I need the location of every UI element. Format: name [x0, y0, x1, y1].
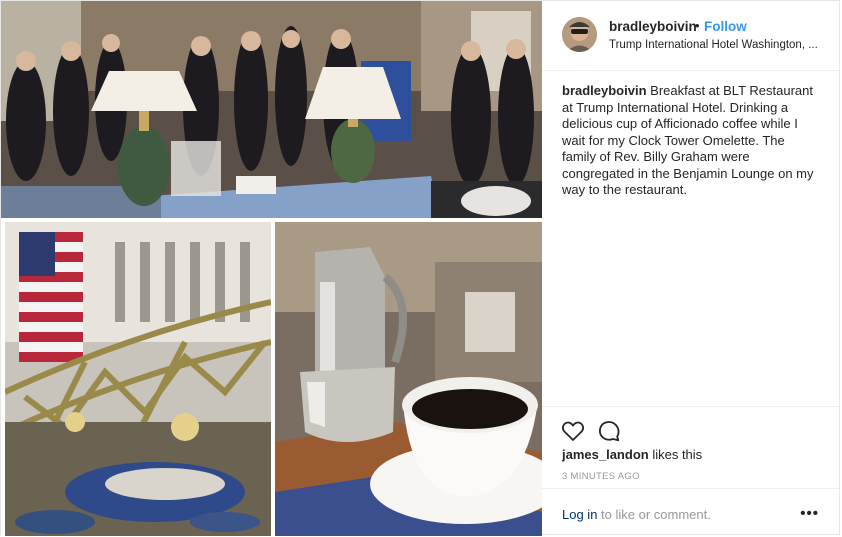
follow-button[interactable]: Follow	[704, 19, 747, 34]
separator-dot: •	[695, 18, 700, 33]
post-location[interactable]: Trump International Hotel Washington, ..…	[609, 39, 824, 51]
post-sidebar: bradleyboivin • Follow Trump Internation…	[542, 1, 839, 534]
post-media-collage[interactable]	[1, 1, 542, 536]
post-header: bradleyboivin • Follow Trump Internation…	[542, 1, 839, 71]
post-caption: bradleyboivin Breakfast at BLT Restauran…	[562, 83, 820, 199]
post-timestamp[interactable]: 3 MINUTES AGO	[562, 471, 640, 482]
post-actions: james_landon likes this 3 MINUTES AGO Lo…	[542, 406, 839, 535]
heart-icon[interactable]	[561, 419, 585, 443]
instagram-post: bradleyboivin • Follow Trump Internation…	[0, 0, 840, 536]
login-link[interactable]: Log in	[562, 507, 597, 522]
author-username[interactable]: bradleyboivin	[609, 19, 697, 34]
likes-text: james_landon likes this	[562, 447, 702, 462]
lounge-photo	[1, 1, 542, 218]
comment-icon[interactable]	[597, 419, 621, 443]
caption-username[interactable]: bradleyboivin	[562, 83, 647, 98]
atrium-photo	[5, 222, 271, 536]
avatar[interactable]	[562, 17, 597, 52]
liker-username[interactable]: james_landon	[562, 447, 649, 462]
coffee-photo	[275, 222, 542, 536]
login-prompt-rest: to like or comment.	[601, 507, 711, 522]
likes-suffix: likes this	[652, 447, 703, 462]
caption-text: Breakfast at BLT Restaurant at Trump Int…	[562, 83, 814, 197]
login-prompt: Log in to like or comment.	[562, 507, 711, 522]
more-options-icon[interactable]: •••	[800, 505, 819, 522]
comment-prompt-row: Log in to like or comment. •••	[542, 488, 839, 536]
